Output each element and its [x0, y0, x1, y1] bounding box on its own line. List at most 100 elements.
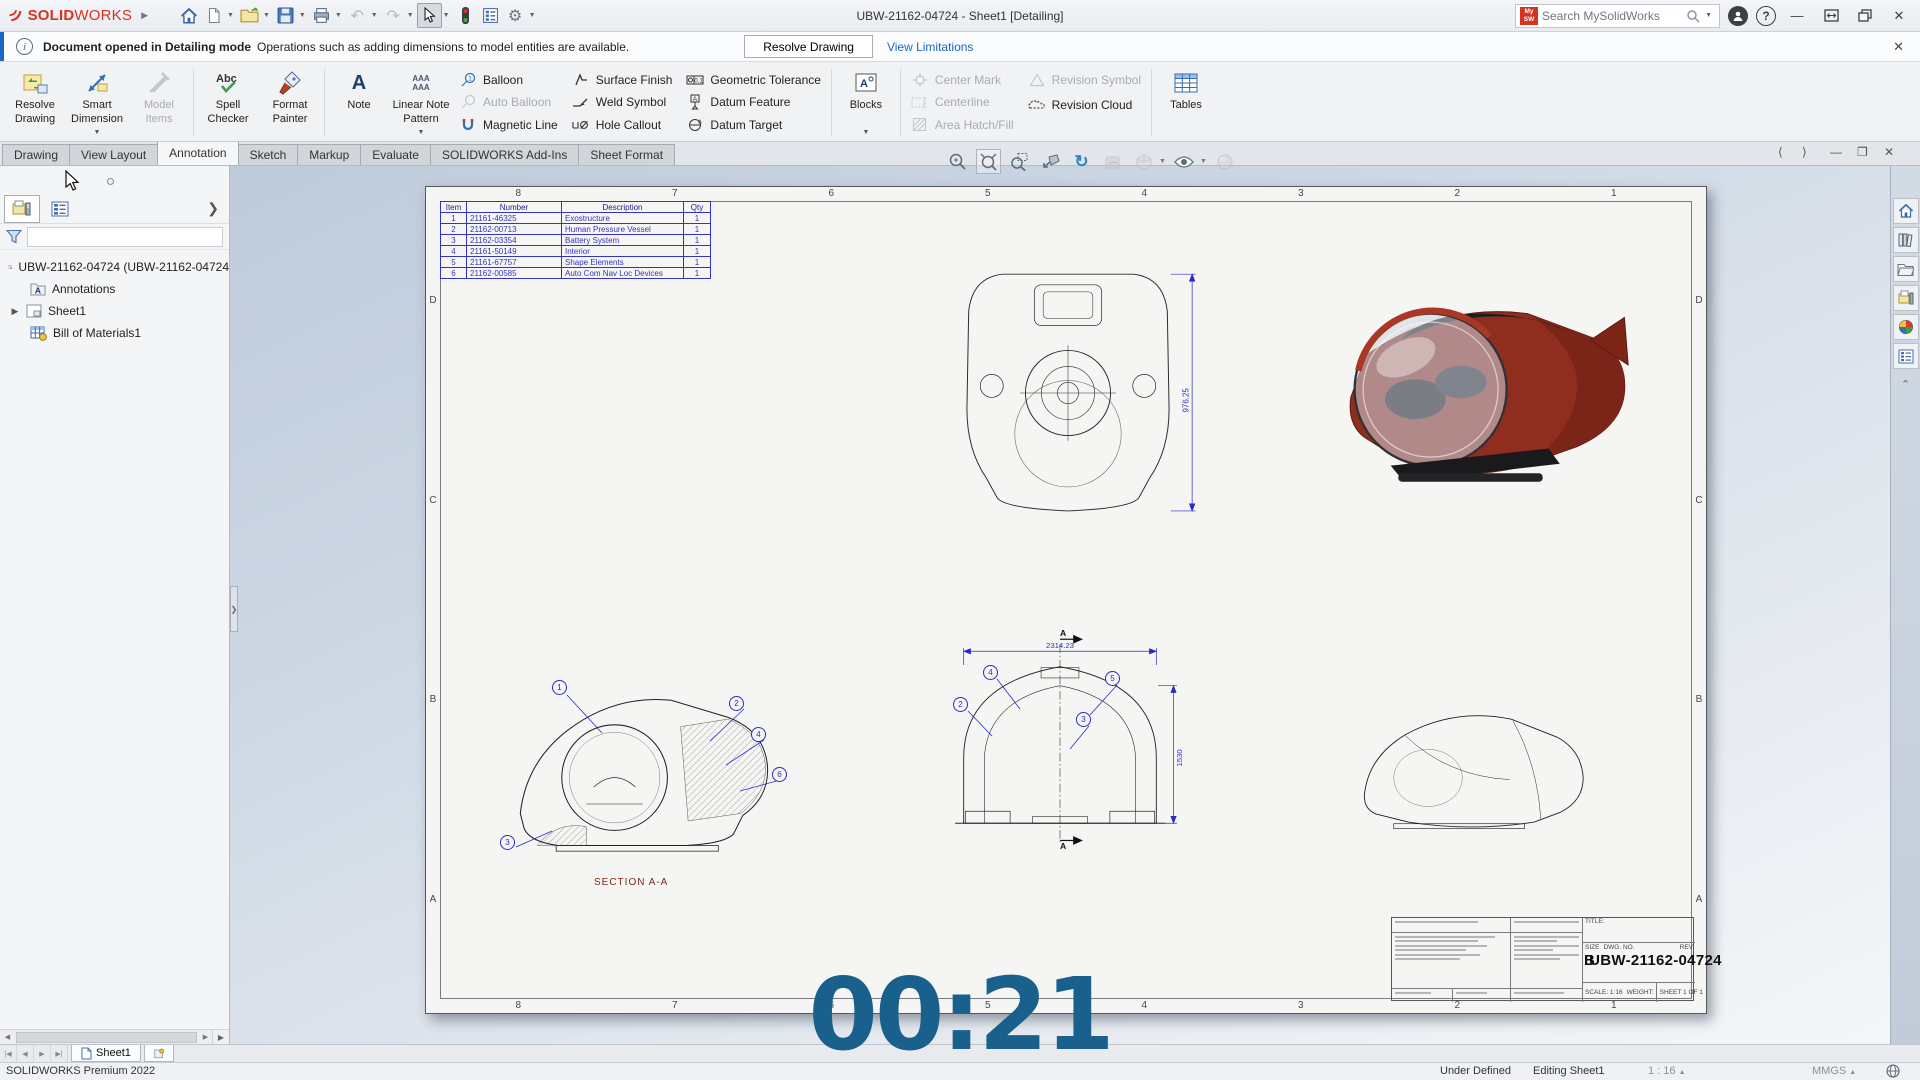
document-restore-icon[interactable]: ❐ — [1857, 145, 1868, 159]
ribbon-button-revision-cloud[interactable]: Revision Cloud — [1028, 94, 1141, 115]
bill-of-materials-table[interactable]: ItemNumberDescriptionQty 121161-46325Exo… — [440, 201, 711, 279]
linear-note-flyout-icon[interactable]: ▼ — [418, 127, 425, 142]
ribbon-button-weld-symbol[interactable]: Weld Symbol — [572, 92, 673, 113]
status-globe-icon[interactable] — [1886, 1064, 1900, 1078]
tab-scroll-right-icon[interactable]: ⟩ — [1802, 145, 1807, 159]
balloon-callout[interactable]: 6 — [772, 767, 787, 782]
resolve-drawing-banner-button[interactable]: Resolve Drawing — [744, 35, 873, 58]
sheet1-tab[interactable]: Sheet1 — [71, 1045, 141, 1062]
help-icon[interactable]: ? — [1756, 6, 1776, 26]
tab-evaluate[interactable]: Evaluate — [360, 144, 431, 165]
close-button[interactable]: ✕ — [1886, 4, 1912, 28]
ribbon-button-blocks[interactable]: A Blocks ▼ — [835, 64, 897, 141]
scroll-right-icon[interactable]: ▶ — [198, 1030, 213, 1044]
open-icon[interactable] — [237, 3, 262, 28]
appearances-icon[interactable] — [1893, 314, 1919, 340]
drawing-view-side[interactable] — [1348, 699, 1593, 839]
home-icon[interactable] — [176, 3, 201, 28]
ribbon-button-format-painter[interactable]: FormatPainter — [259, 64, 321, 141]
save-dropdown-icon[interactable]: ▼ — [299, 12, 306, 19]
search-box[interactable]: MySW ▼ — [1515, 4, 1720, 28]
prev-sheet-icon[interactable]: ◀ — [17, 1045, 34, 1062]
filter-funnel-icon[interactable] — [6, 229, 22, 244]
balloon-callout[interactable]: 3 — [1076, 712, 1091, 727]
expand-arrow-icon[interactable]: ▶ — [10, 306, 20, 317]
ribbon-button-note[interactable]: A Note — [328, 64, 390, 141]
tab-solidworks-add-ins[interactable]: SOLIDWORKS Add-Ins — [430, 144, 579, 165]
tab-view-layout[interactable]: View Layout — [69, 144, 158, 165]
options-dropdown-icon[interactable]: ▼ — [529, 12, 536, 19]
rebuild-traffic-light-icon[interactable] — [453, 3, 478, 28]
drawing-view-front[interactable]: A A 2314.23 1530 — [931, 627, 1189, 851]
drawing-view-top[interactable]: 976.25 — [935, 258, 1201, 528]
status-scale[interactable]: 1 : 16 ▲ — [1648, 1065, 1686, 1077]
view-palette-icon[interactable] — [1893, 285, 1919, 311]
select-cursor-icon[interactable] — [417, 3, 442, 28]
panel-horizontal-scrollbar[interactable]: ◀ ▶ — [0, 1029, 213, 1044]
redraw-icon[interactable]: ↻ — [1069, 149, 1094, 174]
tab-sheet-format[interactable]: Sheet Format — [578, 144, 675, 165]
first-sheet-icon[interactable]: |◀ — [0, 1045, 17, 1062]
layout-button[interactable] — [1818, 4, 1844, 28]
balloon-callout[interactable]: 4 — [751, 727, 766, 742]
open-dropdown-icon[interactable]: ▼ — [263, 12, 270, 19]
balloon-callout[interactable]: 5 — [1105, 671, 1120, 686]
new-document-icon[interactable] — [201, 3, 226, 28]
add-sheet-tab[interactable] — [144, 1045, 174, 1062]
menu-expand-icon[interactable]: ▶ — [141, 10, 148, 21]
banner-close-icon[interactable]: ✕ — [1893, 39, 1904, 55]
feature-tree-tab[interactable] — [4, 195, 40, 223]
zoom-to-area-icon[interactable] — [1007, 149, 1032, 174]
select-dropdown-icon[interactable]: ▼ — [443, 12, 450, 19]
balloon-callout[interactable]: 3 — [500, 835, 515, 850]
new-dropdown-icon[interactable]: ▼ — [227, 12, 234, 19]
next-sheet-icon[interactable]: ▶ — [34, 1045, 51, 1062]
custom-properties-icon[interactable] — [1893, 343, 1919, 369]
ribbon-button-smart-dimension[interactable]: SmartDimension ▼ — [66, 64, 128, 141]
scroll-left-icon[interactable]: ◀ — [0, 1030, 15, 1044]
balloon-callout[interactable]: 2 — [953, 697, 968, 712]
tab-drawing[interactable]: Drawing — [2, 144, 70, 165]
tree-item-bom[interactable]: Bill of Materials1 — [0, 322, 229, 344]
file-explorer-icon[interactable] — [1893, 256, 1919, 282]
save-icon[interactable] — [273, 3, 298, 28]
last-sheet-icon[interactable]: ▶| — [51, 1045, 68, 1062]
zoom-to-fit-icon[interactable] — [945, 149, 970, 174]
tree-item-annotations[interactable]: A Annotations — [0, 278, 229, 300]
minimize-button[interactable]: — — [1784, 4, 1810, 28]
smart-dimension-flyout-icon[interactable]: ▼ — [94, 127, 101, 142]
panel-collapse-icon[interactable]: ❯ — [207, 200, 225, 217]
search-icon[interactable] — [1686, 9, 1700, 23]
ribbon-button-balloon[interactable]: 1Balloon — [459, 69, 558, 90]
taskpane-collapse-icon[interactable]: ⌃ — [1901, 378, 1910, 391]
graphics-area[interactable]: ❯ 87654321 87654321 DCBA DCBA I — [230, 166, 1890, 1044]
ribbon-button-spell-checker[interactable]: Abc SpellChecker — [197, 64, 259, 141]
property-manager-tab[interactable] — [42, 195, 78, 223]
hide-show-items-icon[interactable] — [1172, 149, 1197, 174]
tree-item-sheet1[interactable]: ▶ Sheet1 — [0, 300, 229, 322]
file-properties-icon[interactable] — [478, 3, 503, 28]
ribbon-button-geometric-tolerance[interactable]: 0.1Geometric Tolerance — [686, 69, 821, 90]
hide-show-dropdown-icon[interactable]: ▼ — [1200, 158, 1207, 165]
print-dropdown-icon[interactable]: ▼ — [335, 12, 342, 19]
ribbon-button-surface-finish[interactable]: Surface Finish — [572, 69, 673, 90]
status-units[interactable]: MMGS ▲ — [1812, 1065, 1856, 1077]
ribbon-button-linear-note-pattern[interactable]: AAAAAA Linear NotePattern ▼ — [390, 64, 452, 141]
drawing-view-isometric[interactable] — [1309, 264, 1632, 521]
document-minimize-icon[interactable]: — — [1830, 145, 1842, 159]
user-account-icon[interactable] — [1728, 6, 1748, 26]
previous-view-icon[interactable] — [1038, 149, 1063, 174]
drawing-sheet[interactable]: 87654321 87654321 DCBA DCBA ItemNumberDe… — [425, 186, 1707, 1014]
view-limitations-link[interactable]: View Limitations — [887, 40, 973, 54]
restore-button[interactable] — [1852, 4, 1878, 28]
search-dropdown-icon[interactable]: ▼ — [1705, 12, 1712, 19]
design-library-icon[interactable] — [1893, 227, 1919, 253]
print-icon[interactable] — [309, 3, 334, 28]
panel-pin-icon[interactable] — [107, 178, 114, 185]
tab-scroll-left-icon[interactable]: ⟨ — [1778, 145, 1783, 159]
balloon-callout[interactable]: 2 — [729, 696, 744, 711]
ribbon-button-datum-target[interactable]: ADatum Target — [686, 114, 821, 135]
balloon-callout[interactable]: 1 — [552, 680, 567, 695]
tab-annotation[interactable]: Annotation — [157, 141, 238, 165]
document-close-icon[interactable]: ✕ — [1884, 145, 1894, 159]
